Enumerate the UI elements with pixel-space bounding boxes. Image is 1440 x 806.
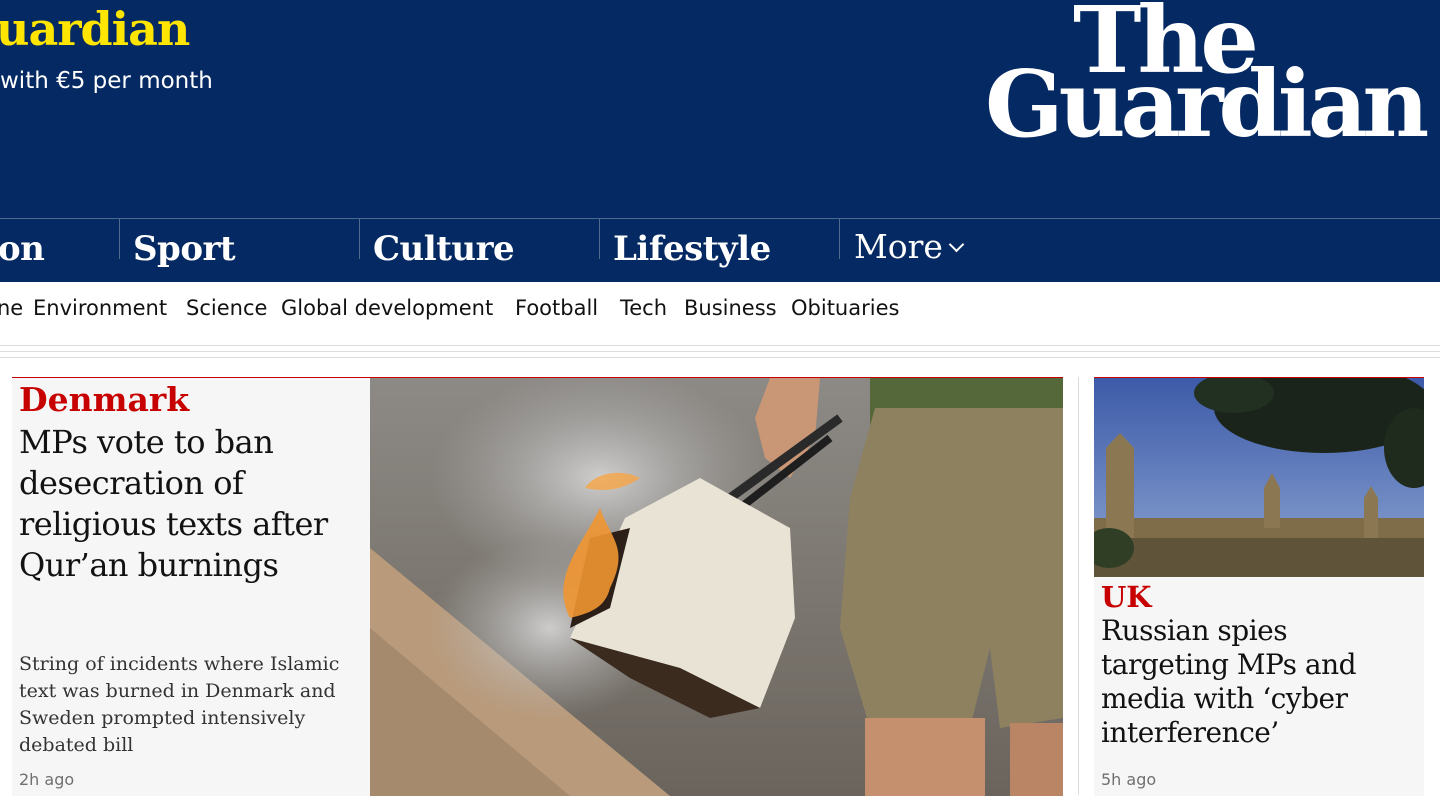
nav-divider xyxy=(599,219,600,259)
subnav-item-tech[interactable]: Tech xyxy=(620,296,667,320)
story-timestamp: 2h ago xyxy=(19,770,75,789)
subnav-item-football[interactable]: Football xyxy=(515,296,598,320)
story-standfirst: String of incidents where Islamic text w… xyxy=(19,653,340,756)
parliament-photo xyxy=(1094,378,1424,577)
support-title[interactable]: uardian xyxy=(0,2,190,56)
story-kicker: Denmark xyxy=(19,380,190,419)
nav-divider xyxy=(119,219,120,259)
masthead: uardian with €5 per month The Guardian xyxy=(0,0,1440,218)
pillar-nav: on Sport Culture Lifestyle More xyxy=(0,218,1440,282)
pillar-lifestyle[interactable]: Lifestyle xyxy=(613,219,771,282)
pillar-sport[interactable]: Sport xyxy=(133,219,236,282)
story-kicker: UK xyxy=(1101,580,1152,614)
divider xyxy=(0,351,1440,352)
more-label: More xyxy=(854,227,943,266)
support-subtitle[interactable]: with €5 per month xyxy=(0,68,213,94)
logo-line-guardian: Guardian xyxy=(985,50,1429,158)
sub-nav: ne Environment Science Global developmen… xyxy=(0,296,1440,336)
subnav-item-obituaries[interactable]: Obituaries xyxy=(791,296,899,320)
nav-divider xyxy=(839,219,840,259)
story-headline[interactable]: Russian spies targeting MPs and media wi… xyxy=(1101,614,1421,750)
chevron-down-icon xyxy=(948,236,965,253)
subnav-item-global-development[interactable]: Global development xyxy=(281,296,493,320)
divider xyxy=(0,357,1440,358)
burning-book-photo xyxy=(370,378,1063,796)
guardian-logo[interactable]: The Guardian xyxy=(985,0,1435,160)
story-photo[interactable] xyxy=(370,378,1063,796)
side-story-card[interactable]: UK Russian spies targeting MPs and media… xyxy=(1094,377,1424,796)
main-story-card[interactable]: Denmark MPs vote to ban desecration of r… xyxy=(12,377,1063,796)
column-divider xyxy=(1078,377,1079,795)
pillar-culture[interactable]: Culture xyxy=(373,219,515,282)
pillar-opinion[interactable]: on xyxy=(0,219,45,282)
subnav-item-environment[interactable]: Environment xyxy=(33,296,167,320)
story-timestamp: 5h ago xyxy=(1101,770,1157,789)
more-menu-button[interactable]: More xyxy=(854,219,965,282)
story-headline[interactable]: MPs vote to ban desecration of religious… xyxy=(19,422,354,586)
subnav-item-uk[interactable]: ne xyxy=(0,296,23,320)
side-story-photo[interactable] xyxy=(1094,378,1424,577)
nav-divider xyxy=(359,219,360,259)
subnav-item-science[interactable]: Science xyxy=(186,296,267,320)
divider xyxy=(0,345,1440,346)
subnav-item-business[interactable]: Business xyxy=(684,296,777,320)
